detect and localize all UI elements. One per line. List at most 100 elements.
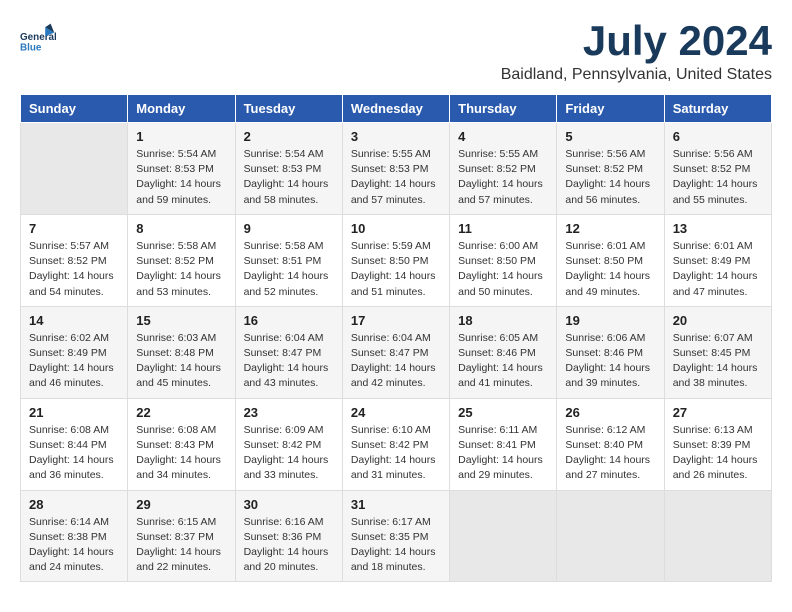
date-number: 23 bbox=[244, 405, 334, 420]
calendar-cell: 9 Sunrise: 5:58 AMSunset: 8:51 PMDaylight… bbox=[235, 214, 342, 306]
cell-content: Sunrise: 5:59 AMSunset: 8:50 PMDaylight:… bbox=[351, 239, 441, 300]
date-number: 21 bbox=[29, 405, 119, 420]
calendar-cell: 21 Sunrise: 6:08 AMSunset: 8:44 PMDayligh… bbox=[21, 398, 128, 490]
date-number: 1 bbox=[136, 129, 226, 144]
cell-content: Sunrise: 6:05 AMSunset: 8:46 PMDaylight:… bbox=[458, 331, 548, 392]
date-number: 25 bbox=[458, 405, 548, 420]
date-number: 11 bbox=[458, 221, 548, 236]
cell-content: Sunrise: 5:58 AMSunset: 8:51 PMDaylight:… bbox=[244, 239, 334, 300]
date-number: 9 bbox=[244, 221, 334, 236]
calendar-week-4: 28Sunrise: 6:14 AMSunset: 8:38 PMDayligh… bbox=[21, 490, 772, 582]
cell-content: Sunrise: 5:58 AMSunset: 8:52 PMDaylight:… bbox=[136, 239, 226, 300]
calendar-week-0: 1 Sunrise: 5:54 AMSunset: 8:53 PMDaylight… bbox=[21, 123, 772, 215]
date-number: 7 bbox=[29, 221, 119, 236]
date-number: 30 bbox=[244, 497, 334, 512]
cell-content: Sunrise: 6:04 AMSunset: 8:47 PMDaylight:… bbox=[351, 331, 441, 392]
calendar-cell: 5 Sunrise: 5:56 AMSunset: 8:52 PMDaylight… bbox=[557, 123, 664, 215]
date-number: 20 bbox=[673, 313, 763, 328]
date-number: 6 bbox=[673, 129, 763, 144]
calendar-cell: 23 Sunrise: 6:09 AMSunset: 8:42 PMDayligh… bbox=[235, 398, 342, 490]
calendar-cell: 15Sunrise: 6:03 AMSunset: 8:48 PMDayligh… bbox=[128, 306, 235, 398]
date-number: 12 bbox=[565, 221, 655, 236]
cell-content: Sunrise: 6:01 AMSunset: 8:50 PMDaylight:… bbox=[565, 239, 655, 300]
col-header-friday: Friday bbox=[557, 95, 664, 123]
calendar-cell bbox=[21, 123, 128, 215]
calendar-cell: 19 Sunrise: 6:06 AMSunset: 8:46 PMDayligh… bbox=[557, 306, 664, 398]
cell-content: Sunrise: 6:07 AMSunset: 8:45 PMDaylight:… bbox=[673, 331, 763, 392]
date-number: 4 bbox=[458, 129, 548, 144]
cell-content: Sunrise: 6:03 AMSunset: 8:48 PMDaylight:… bbox=[136, 331, 226, 392]
calendar-cell: 30 Sunrise: 6:16 AMSunset: 8:36 PMDayligh… bbox=[235, 490, 342, 582]
calendar-week-2: 14 Sunrise: 6:02 AMSunset: 8:49 PMDayligh… bbox=[21, 306, 772, 398]
date-number: 5 bbox=[565, 129, 655, 144]
cell-content: Sunrise: 6:08 AMSunset: 8:43 PMDaylight:… bbox=[136, 423, 226, 484]
calendar-title: July 2024 bbox=[501, 20, 772, 62]
cell-content: Sunrise: 5:54 AMSunset: 8:53 PMDaylight:… bbox=[244, 147, 334, 208]
date-number: 29 bbox=[136, 497, 226, 512]
calendar-cell: 7Sunrise: 5:57 AMSunset: 8:52 PMDaylight… bbox=[21, 214, 128, 306]
calendar-cell: 31Sunrise: 6:17 AMSunset: 8:35 PMDayligh… bbox=[342, 490, 449, 582]
calendar-cell: 20 Sunrise: 6:07 AMSunset: 8:45 PMDayligh… bbox=[664, 306, 771, 398]
cell-content: Sunrise: 6:13 AMSunset: 8:39 PMDaylight:… bbox=[673, 423, 763, 484]
cell-content: Sunrise: 6:11 AMSunset: 8:41 PMDaylight:… bbox=[458, 423, 548, 484]
logo: General Blue bbox=[20, 20, 56, 56]
date-number: 18 bbox=[458, 313, 548, 328]
calendar-cell: 11 Sunrise: 6:00 AMSunset: 8:50 PMDayligh… bbox=[450, 214, 557, 306]
calendar-cell: 25 Sunrise: 6:11 AMSunset: 8:41 PMDayligh… bbox=[450, 398, 557, 490]
calendar-cell: 4 Sunrise: 5:55 AMSunset: 8:52 PMDaylight… bbox=[450, 123, 557, 215]
date-number: 27 bbox=[673, 405, 763, 420]
calendar-week-3: 21 Sunrise: 6:08 AMSunset: 8:44 PMDayligh… bbox=[21, 398, 772, 490]
calendar-cell: 12 Sunrise: 6:01 AMSunset: 8:50 PMDayligh… bbox=[557, 214, 664, 306]
cell-content: Sunrise: 6:02 AMSunset: 8:49 PMDaylight:… bbox=[29, 331, 119, 392]
date-number: 3 bbox=[351, 129, 441, 144]
logo-icon: General Blue bbox=[20, 20, 56, 56]
cell-content: Sunrise: 6:17 AMSunset: 8:35 PMDaylight:… bbox=[351, 515, 441, 576]
calendar-cell: 6Sunrise: 5:56 AMSunset: 8:52 PMDaylight… bbox=[664, 123, 771, 215]
calendar-subtitle: Baidland, Pennsylvania, United States bbox=[501, 66, 772, 84]
date-number: 22 bbox=[136, 405, 226, 420]
date-number: 19 bbox=[565, 313, 655, 328]
col-header-monday: Monday bbox=[128, 95, 235, 123]
calendar-cell: 16 Sunrise: 6:04 AMSunset: 8:47 PMDayligh… bbox=[235, 306, 342, 398]
date-number: 14 bbox=[29, 313, 119, 328]
calendar-header: SundayMondayTuesdayWednesdayThursdayFrid… bbox=[21, 95, 772, 123]
calendar-table: SundayMondayTuesdayWednesdayThursdayFrid… bbox=[20, 94, 772, 582]
calendar-cell: 27 Sunrise: 6:13 AMSunset: 8:39 PMDayligh… bbox=[664, 398, 771, 490]
date-number: 17 bbox=[351, 313, 441, 328]
calendar-cell: 28Sunrise: 6:14 AMSunset: 8:38 PMDayligh… bbox=[21, 490, 128, 582]
cell-content: Sunrise: 6:09 AMSunset: 8:42 PMDaylight:… bbox=[244, 423, 334, 484]
title-area: July 2024 Baidland, Pennsylvania, United… bbox=[501, 20, 772, 84]
cell-content: Sunrise: 6:12 AMSunset: 8:40 PMDaylight:… bbox=[565, 423, 655, 484]
svg-text:Blue: Blue bbox=[20, 43, 42, 54]
cell-content: Sunrise: 5:56 AMSunset: 8:52 PMDaylight:… bbox=[565, 147, 655, 208]
cell-content: Sunrise: 5:55 AMSunset: 8:52 PMDaylight:… bbox=[458, 147, 548, 208]
cell-content: Sunrise: 6:10 AMSunset: 8:42 PMDaylight:… bbox=[351, 423, 441, 484]
calendar-cell: 24 Sunrise: 6:10 AMSunset: 8:42 PMDayligh… bbox=[342, 398, 449, 490]
calendar-cell: 29Sunrise: 6:15 AMSunset: 8:37 PMDayligh… bbox=[128, 490, 235, 582]
col-header-sunday: Sunday bbox=[21, 95, 128, 123]
cell-content: Sunrise: 6:04 AMSunset: 8:47 PMDaylight:… bbox=[244, 331, 334, 392]
date-number: 8 bbox=[136, 221, 226, 236]
calendar-cell: 3Sunrise: 5:55 AMSunset: 8:53 PMDaylight… bbox=[342, 123, 449, 215]
date-number: 10 bbox=[351, 221, 441, 236]
col-header-tuesday: Tuesday bbox=[235, 95, 342, 123]
cell-content: Sunrise: 6:06 AMSunset: 8:46 PMDaylight:… bbox=[565, 331, 655, 392]
cell-content: Sunrise: 6:16 AMSunset: 8:36 PMDaylight:… bbox=[244, 515, 334, 576]
date-number: 26 bbox=[565, 405, 655, 420]
cell-content: Sunrise: 6:00 AMSunset: 8:50 PMDaylight:… bbox=[458, 239, 548, 300]
cell-content: Sunrise: 6:08 AMSunset: 8:44 PMDaylight:… bbox=[29, 423, 119, 484]
date-number: 24 bbox=[351, 405, 441, 420]
calendar-cell: 10 Sunrise: 5:59 AMSunset: 8:50 PMDayligh… bbox=[342, 214, 449, 306]
col-header-wednesday: Wednesday bbox=[342, 95, 449, 123]
date-number: 16 bbox=[244, 313, 334, 328]
col-header-thursday: Thursday bbox=[450, 95, 557, 123]
cell-content: Sunrise: 6:01 AMSunset: 8:49 PMDaylight:… bbox=[673, 239, 763, 300]
calendar-cell: 26 Sunrise: 6:12 AMSunset: 8:40 PMDayligh… bbox=[557, 398, 664, 490]
calendar-cell bbox=[450, 490, 557, 582]
page-header: General Blue July 2024 Baidland, Pennsyl… bbox=[20, 20, 772, 84]
cell-content: Sunrise: 5:54 AMSunset: 8:53 PMDaylight:… bbox=[136, 147, 226, 208]
calendar-cell: 1 Sunrise: 5:54 AMSunset: 8:53 PMDaylight… bbox=[128, 123, 235, 215]
calendar-cell: 13Sunrise: 6:01 AMSunset: 8:49 PMDayligh… bbox=[664, 214, 771, 306]
date-number: 28 bbox=[29, 497, 119, 512]
calendar-week-1: 7Sunrise: 5:57 AMSunset: 8:52 PMDaylight… bbox=[21, 214, 772, 306]
